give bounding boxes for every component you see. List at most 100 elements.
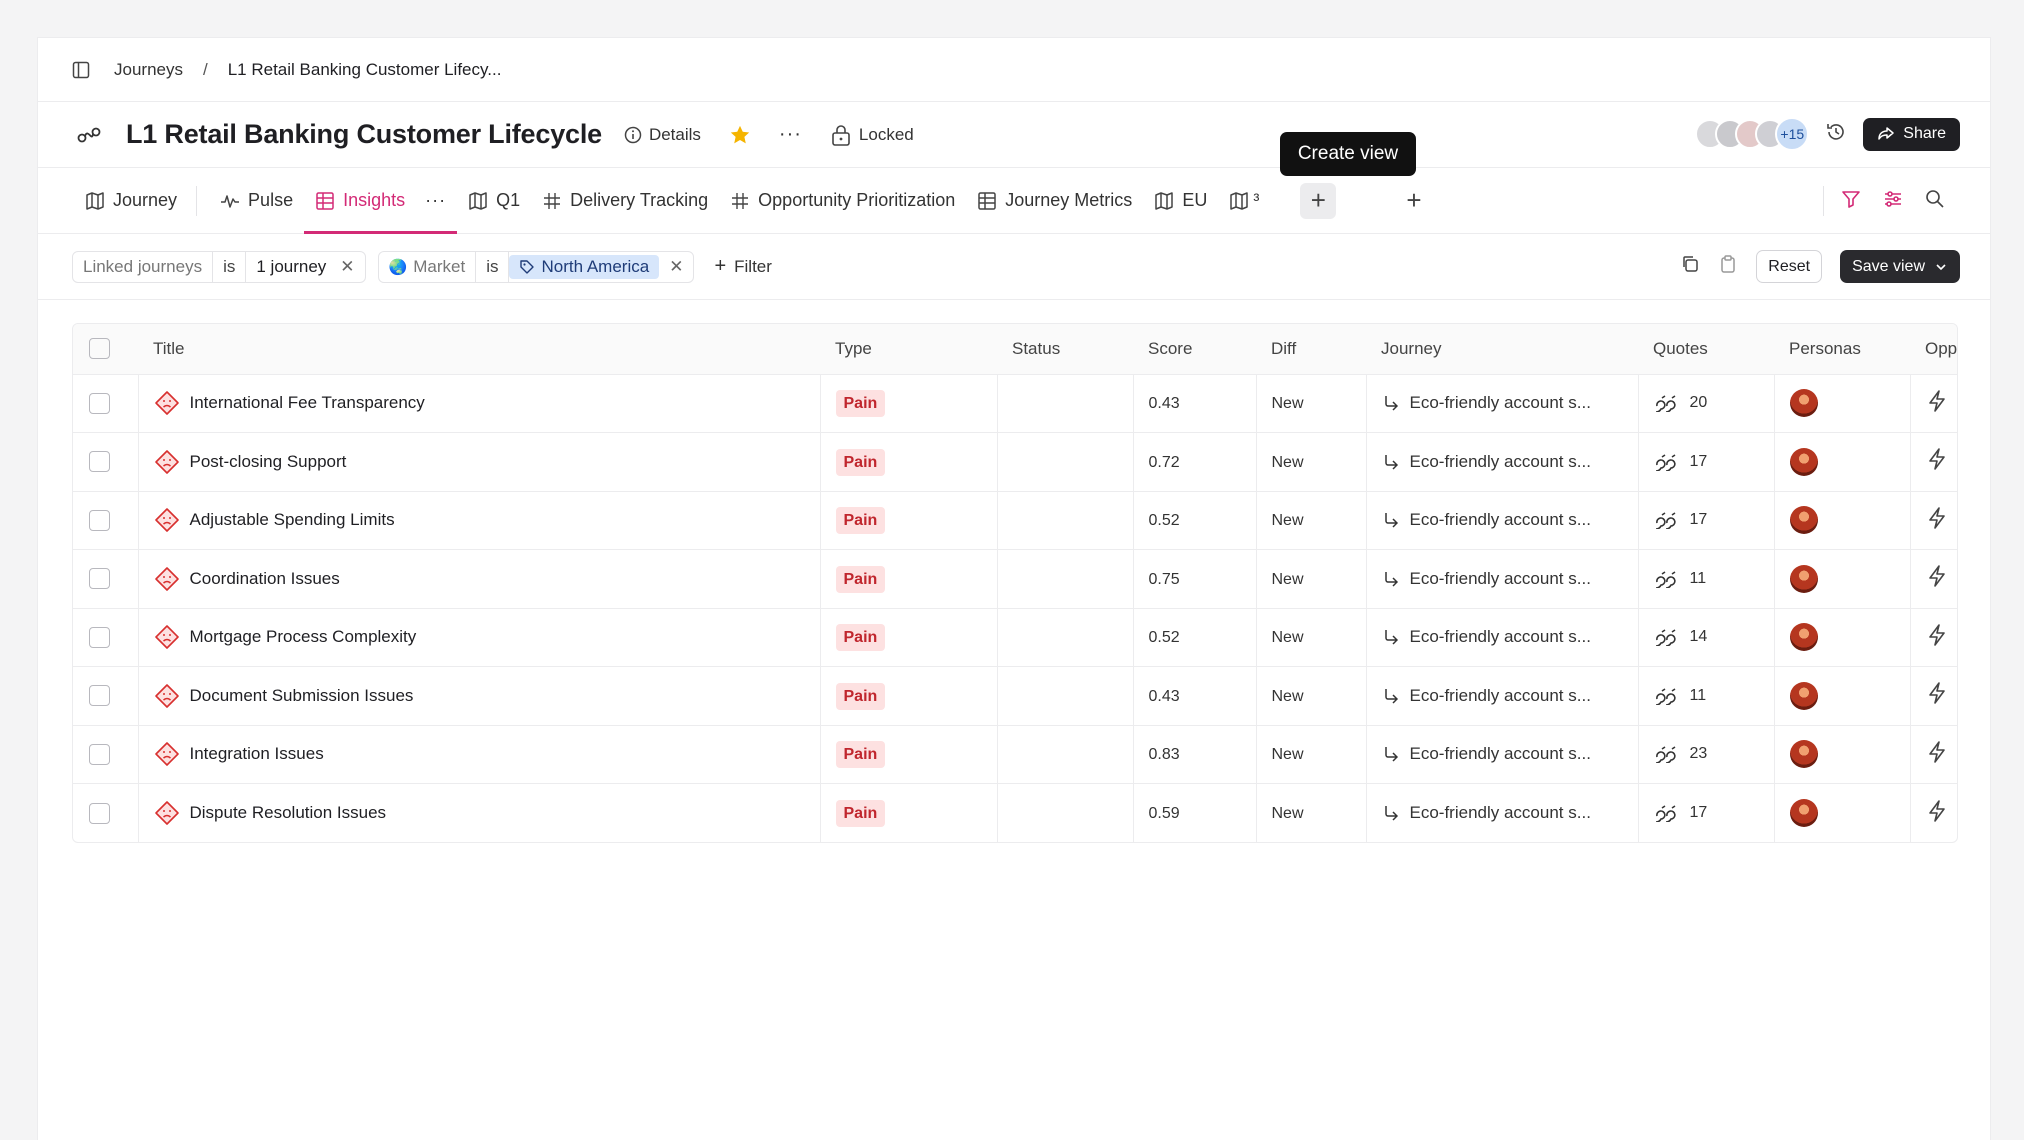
journey-cell[interactable]: Eco-friendly account s... — [1382, 803, 1638, 823]
journey-cell[interactable]: Eco-friendly account s... — [1382, 627, 1638, 647]
persona-avatar[interactable] — [1789, 799, 1818, 827]
column-header-title[interactable]: Title — [138, 324, 820, 375]
column-header-quotes[interactable]: Quotes — [1638, 324, 1774, 375]
column-header-diff[interactable]: Diff — [1256, 324, 1366, 375]
filter-chip-market[interactable]: 🌏 Market is North America ✕ — [377, 250, 695, 283]
journey-cell[interactable]: Eco-friendly account s... — [1382, 569, 1638, 589]
persona-avatar[interactable] — [1789, 564, 1818, 593]
persona-avatar[interactable] — [1789, 623, 1818, 652]
insight-title-cell[interactable]: Document Submission Issues — [154, 683, 820, 709]
select-all-checkbox[interactable] — [89, 338, 110, 360]
quotes-cell[interactable]: 17 — [1654, 804, 1774, 822]
row-checkbox[interactable] — [89, 685, 110, 707]
tab-journey-metrics[interactable]: Journey Metrics — [966, 168, 1143, 234]
row-checkbox[interactable] — [89, 451, 110, 473]
persona-avatar[interactable] — [1789, 506, 1818, 535]
filter-chip-linked-journeys[interactable]: Linked journeys is 1 journey ✕ — [72, 250, 366, 283]
tab-pulse[interactable]: Pulse — [209, 168, 304, 234]
tab-journey[interactable]: Journey — [74, 168, 188, 234]
table-row[interactable]: Dispute Resolution Issues Pain 0.59 New Eco-… — [73, 783, 1957, 842]
reset-button[interactable]: Reset — [1756, 250, 1823, 283]
more-options-button[interactable]: ··· — [779, 123, 802, 146]
add-tab-button[interactable]: + — [1406, 185, 1421, 216]
quotes-cell[interactable]: 11 — [1654, 687, 1774, 705]
row-checkbox[interactable] — [89, 568, 110, 590]
status-cell[interactable] — [996, 549, 1133, 609]
quotes-cell[interactable]: 17 — [1654, 453, 1774, 471]
locked-button[interactable]: Locked — [830, 123, 914, 147]
row-checkbox[interactable] — [89, 626, 110, 648]
search-icon[interactable] — [1924, 188, 1946, 215]
journey-cell[interactable]: Eco-friendly account s... — [1382, 510, 1638, 530]
share-button[interactable]: Share — [1863, 117, 1960, 151]
collaborator-avatars[interactable]: +15 — [1695, 117, 1810, 151]
table-row[interactable]: Coordination Issues Pain 0.75 New Eco-friend… — [73, 549, 1957, 609]
save-view-button[interactable]: Save view — [1840, 250, 1960, 283]
lightning-icon[interactable] — [1926, 564, 1948, 588]
quotes-cell[interactable]: 20 — [1654, 394, 1774, 413]
persona-avatar[interactable] — [1789, 740, 1818, 769]
status-cell[interactable] — [996, 608, 1133, 667]
row-checkbox[interactable] — [89, 743, 110, 765]
breadcrumb-root[interactable]: Journeys — [114, 60, 183, 80]
quotes-cell[interactable]: 23 — [1654, 745, 1774, 764]
tab-truncated[interactable]: ³ — [1218, 168, 1270, 234]
table-row[interactable]: Mortgage Process Complexity Pain 0.52 New Ec… — [73, 608, 1957, 667]
journey-cell[interactable]: Eco-friendly account s... — [1382, 393, 1638, 413]
status-cell[interactable] — [996, 491, 1133, 550]
details-button[interactable]: Details — [624, 125, 701, 145]
filter-value[interactable]: 1 journey — [246, 252, 336, 282]
status-cell[interactable] — [996, 783, 1133, 842]
filter-operator[interactable]: is — [212, 251, 247, 282]
tab-delivery-tracking[interactable]: Delivery Tracking — [531, 168, 719, 234]
quotes-cell[interactable]: 17 — [1654, 511, 1774, 530]
insight-title-cell[interactable]: Integration Issues — [154, 741, 820, 767]
favorite-button[interactable] — [729, 124, 751, 146]
quotes-cell[interactable]: 14 — [1654, 628, 1774, 647]
sliders-icon[interactable] — [1882, 188, 1904, 215]
insight-title-cell[interactable]: Adjustable Spending Limits — [154, 507, 820, 533]
tab-menu-icon[interactable]: ··· — [425, 190, 446, 211]
column-header-score[interactable]: Score — [1133, 324, 1256, 375]
quotes-cell[interactable]: 11 — [1654, 570, 1774, 588]
journey-cell[interactable]: Eco-friendly account s... — [1382, 686, 1638, 706]
add-filter-button[interactable]: + Filter — [714, 255, 771, 278]
persona-avatar[interactable] — [1789, 681, 1818, 710]
insight-title-cell[interactable]: Dispute Resolution Issues — [154, 800, 820, 826]
column-header-opportunities[interactable]: Opp — [1910, 324, 1957, 375]
row-checkbox[interactable] — [89, 509, 110, 531]
insight-title-cell[interactable]: Mortgage Process Complexity — [154, 624, 820, 650]
insight-title-cell[interactable]: Coordination Issues — [154, 566, 820, 592]
history-icon[interactable] — [1825, 121, 1847, 148]
lightning-icon[interactable] — [1926, 447, 1948, 471]
remove-filter-icon[interactable]: ✕ — [336, 252, 364, 282]
status-cell[interactable] — [996, 725, 1133, 784]
insight-title-cell[interactable]: International Fee Transparency — [154, 390, 820, 416]
table-row[interactable]: Post-closing Support Pain 0.72 New Eco-frien… — [73, 432, 1957, 492]
table-row[interactable]: Document Submission Issues Pain 0.43 New Eco… — [73, 666, 1957, 726]
column-header-type[interactable]: Type — [820, 324, 997, 375]
lightning-icon[interactable] — [1926, 740, 1948, 764]
lightning-icon[interactable] — [1926, 799, 1948, 823]
lightning-icon[interactable] — [1926, 389, 1948, 413]
tab-opportunity-prioritization[interactable]: Opportunity Prioritization — [719, 168, 966, 234]
lightning-icon[interactable] — [1926, 506, 1948, 530]
status-cell[interactable] — [996, 374, 1133, 433]
copy-icon[interactable] — [1680, 254, 1700, 279]
lightning-icon[interactable] — [1926, 681, 1948, 705]
insight-title-cell[interactable]: Post-closing Support — [154, 449, 820, 475]
column-header-personas[interactable]: Personas — [1774, 324, 1910, 375]
journey-cell[interactable]: Eco-friendly account s... — [1382, 744, 1638, 764]
status-cell[interactable] — [996, 666, 1133, 726]
persona-avatar[interactable] — [1789, 447, 1818, 476]
tab-insights[interactable]: Insights ··· — [304, 168, 458, 234]
persona-avatar[interactable] — [1789, 389, 1818, 418]
lightning-icon[interactable] — [1926, 623, 1948, 647]
tab-q1[interactable]: Q1 — [457, 168, 531, 234]
journey-cell[interactable]: Eco-friendly account s... — [1382, 452, 1638, 472]
sidebar-toggle-icon[interactable] — [70, 59, 92, 81]
tab-eu[interactable]: EU — [1143, 168, 1218, 234]
filter-operator[interactable]: is — [475, 251, 510, 282]
remove-filter-icon[interactable]: ✕ — [659, 252, 693, 282]
create-view-button[interactable]: + — [1300, 182, 1337, 219]
